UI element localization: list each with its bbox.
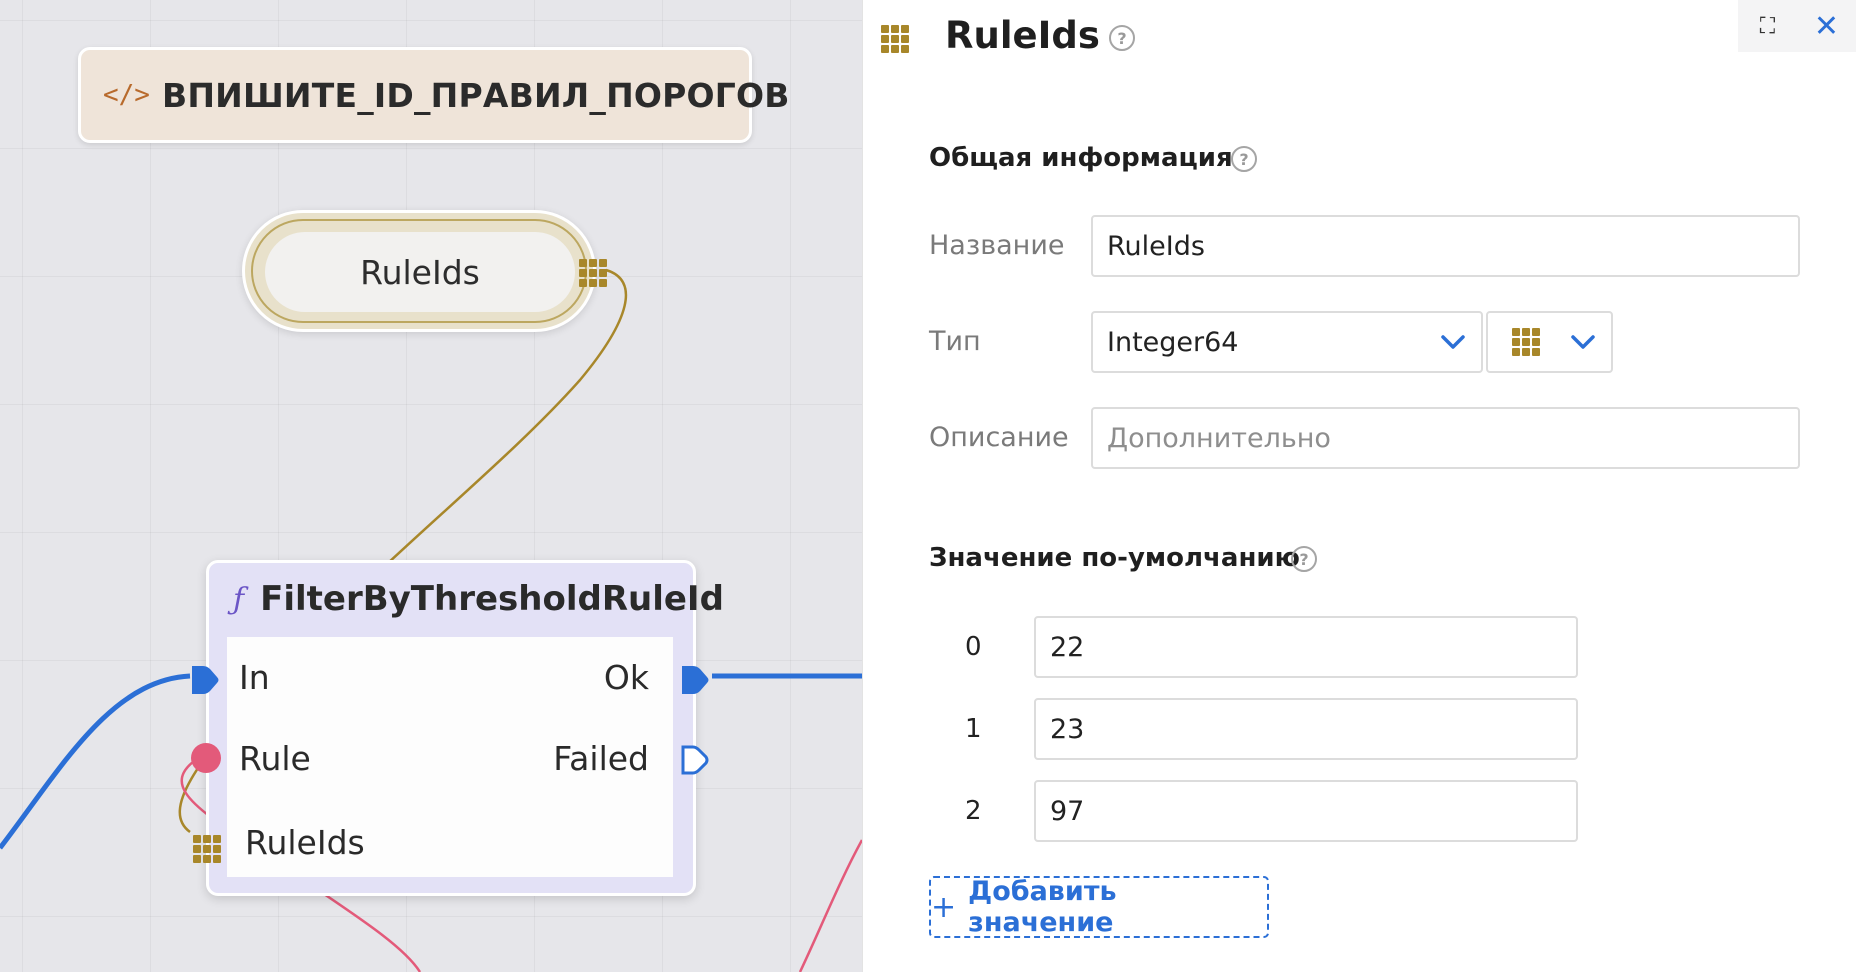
add-value-label: Добавить значение [968, 876, 1117, 938]
default-index: 1 [965, 714, 982, 744]
function-icon: ƒ [233, 581, 245, 617]
plus-icon: + [931, 889, 957, 925]
default-value-field[interactable]: 22 [1034, 616, 1578, 678]
exec-in-port-icon[interactable] [189, 663, 219, 697]
exec-out-port-icon[interactable] [679, 663, 709, 697]
function-node[interactable]: ƒ FilterByThresholdRuleId In Rule RuleId… [191, 560, 724, 896]
description-label: Описание [929, 422, 1069, 453]
section-title-defaults: Значение по-умолчанию [929, 543, 1300, 573]
properties-panel: RuleIds ? ⛶ ✕ Общая информация ? Названи… [862, 0, 1856, 972]
chevron-down-icon [1571, 335, 1595, 349]
maximize-icon[interactable]: ⛶ [1748, 14, 1788, 39]
array-grid-icon[interactable] [579, 259, 607, 287]
object-wire-right [798, 839, 862, 972]
name-field[interactable]: RuleIds [1091, 215, 1800, 277]
variable-node-label: RuleIds [265, 232, 575, 312]
function-node-header: ƒ FilterByThresholdRuleId [233, 579, 724, 619]
array-grid-icon[interactable] [193, 835, 221, 863]
close-icon[interactable]: ✕ [1807, 9, 1847, 44]
port-label-failed: Failed [553, 739, 649, 778]
array-grid-icon [1512, 328, 1540, 356]
container-type-select[interactable] [1486, 311, 1613, 373]
chevron-down-icon [1441, 335, 1465, 349]
help-icon[interactable]: ? [1291, 546, 1317, 572]
type-select-value: Integer64 [1107, 326, 1239, 358]
default-value-field[interactable]: 97 [1034, 780, 1578, 842]
variable-node[interactable]: RuleIds [242, 210, 607, 332]
array-grid-icon [881, 25, 909, 53]
default-index: 2 [965, 796, 982, 826]
port-label-ruleids: RuleIds [245, 823, 365, 862]
port-label-rule: Rule [239, 739, 311, 778]
default-index: 0 [965, 632, 982, 662]
port-label-in: In [239, 658, 270, 697]
description-field[interactable]: Дополнительно [1091, 407, 1800, 469]
comment-text: ВПИШИТЕ_ID_ПРАВИЛ_ПОРОГОВ [161, 75, 790, 115]
object-port-dot[interactable] [191, 743, 221, 773]
panel-title: RuleIds [945, 14, 1100, 57]
window-controls: ⛶ ✕ [1738, 0, 1856, 52]
code-icon: </> [103, 80, 150, 110]
port-label-ok: Ok [603, 658, 649, 697]
exec-wire-in [0, 673, 191, 850]
type-label: Тип [929, 326, 981, 357]
function-node-title: FilterByThresholdRuleId [260, 579, 724, 619]
exec-failed-port-icon[interactable] [679, 743, 709, 777]
add-value-button[interactable]: + Добавить значение [929, 876, 1269, 938]
section-title-general: Общая информация [929, 143, 1233, 173]
type-select[interactable]: Integer64 [1091, 311, 1483, 373]
help-icon[interactable]: ? [1109, 25, 1135, 51]
help-icon[interactable]: ? [1231, 146, 1257, 172]
graph-canvas[interactable]: </> ВПИШИТЕ_ID_ПРАВИЛ_ПОРОГОВ RuleIds ƒ … [0, 0, 862, 972]
default-value-field[interactable]: 23 [1034, 698, 1578, 760]
comment-node[interactable]: </> ВПИШИТЕ_ID_ПРАВИЛ_ПОРОГОВ [78, 47, 789, 143]
name-label: Название [929, 230, 1065, 261]
